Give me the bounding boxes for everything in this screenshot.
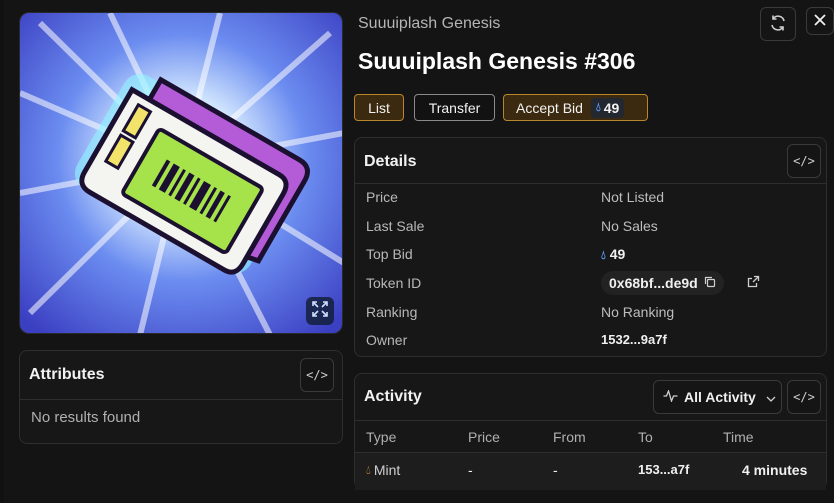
nft-detail-modal: Attributes </> No results found Suuuipla…	[4, 0, 834, 503]
detail-row-owner: Owner 1532...9a7f	[366, 332, 826, 360]
top-bid-value: 49	[609, 246, 626, 262]
transfer-label: Transfer	[428, 99, 481, 116]
column-header-from: From	[553, 429, 586, 445]
detail-label: Token ID	[366, 275, 422, 291]
copy-icon[interactable]	[704, 275, 716, 291]
detail-label: Owner	[366, 332, 408, 348]
detail-row-top-bid: Top Bid 💧︎ 49	[366, 246, 826, 274]
owner-address[interactable]: 1532...9a7f	[601, 332, 667, 347]
attributes-empty-text: No results found	[31, 409, 141, 426]
detail-value: No Sales	[601, 218, 658, 234]
token-id-value: 0x68bf...de9d	[609, 275, 698, 291]
activity-title: Activity	[364, 388, 422, 405]
detail-value: No Ranking	[601, 304, 675, 320]
column-header-to: To	[638, 429, 653, 445]
divider	[20, 399, 342, 400]
sui-drop-icon: 💧︎	[601, 248, 606, 262]
code-icon: </>	[306, 368, 328, 382]
transfer-button[interactable]: Transfer	[414, 94, 495, 121]
details-panel: Details </> Price Not Listed Last Sale N…	[354, 137, 827, 357]
detail-label: Ranking	[366, 304, 418, 320]
nft-title: Suuuiplash Genesis #306	[358, 48, 636, 74]
accept-bid-button[interactable]: Accept Bid 💧︎ 49	[503, 94, 648, 121]
activity-price: -	[468, 462, 473, 478]
refresh-button[interactable]	[760, 7, 796, 41]
activity-type: 💧︎ Mint	[366, 462, 400, 478]
activity-pulse-icon	[663, 389, 678, 405]
token-id-pill[interactable]: 0x68bf...de9d	[601, 271, 724, 295]
activity-to[interactable]: 153...a7f	[638, 462, 689, 477]
column-header-type: Type	[366, 429, 397, 445]
detail-label: Top Bid	[366, 246, 413, 262]
collection-name[interactable]: Suuuiplash Genesis	[358, 15, 500, 33]
sui-drop-icon: 💧︎	[595, 100, 601, 114]
activity-filter-dropdown[interactable]: All Activity	[653, 380, 782, 414]
list-label: List	[368, 99, 390, 116]
accept-bid-value: 49	[603, 99, 620, 116]
external-link-icon[interactable]	[747, 275, 760, 291]
code-icon: </>	[793, 154, 815, 168]
divider	[355, 420, 826, 421]
accept-bid-amount: 💧︎ 49	[590, 97, 625, 118]
accept-bid-label: Accept Bid	[516, 99, 583, 116]
detail-label: Price	[366, 189, 398, 205]
activity-code-button[interactable]: </>	[787, 380, 821, 414]
attributes-title: Attributes	[29, 366, 105, 383]
column-header-price: Price	[468, 429, 500, 445]
activity-from: -	[553, 462, 558, 478]
divider	[355, 183, 826, 184]
detail-value: Not Listed	[601, 189, 665, 205]
mint-drop-icon: 💧︎	[366, 462, 371, 477]
activity-filter-label: All Activity	[684, 389, 756, 405]
detail-value: 💧︎ 49	[601, 246, 625, 263]
activity-time: 4 minutes	[742, 462, 808, 478]
detail-label: Last Sale	[366, 218, 425, 234]
detail-row-ranking: Ranking No Ranking	[366, 304, 826, 332]
details-title: Details	[364, 153, 417, 170]
column-header-time: Time	[723, 429, 754, 445]
list-button[interactable]: List	[354, 94, 404, 121]
attributes-panel: Attributes </> No results found	[19, 350, 343, 444]
expand-icon	[312, 300, 328, 322]
close-button[interactable]	[806, 7, 834, 35]
detail-row-price: Price Not Listed	[366, 189, 826, 217]
nft-image	[19, 12, 343, 334]
chevron-down-icon	[766, 389, 776, 405]
activity-panel: Activity All Activity </> Type Price Fro…	[354, 373, 827, 490]
refresh-icon	[769, 14, 787, 35]
activity-type-label: Mint	[373, 462, 401, 478]
expand-image-button[interactable]	[306, 297, 334, 325]
details-code-button[interactable]: </>	[787, 144, 821, 178]
attributes-code-button[interactable]: </>	[300, 358, 334, 392]
detail-row-token-id: Token ID 0x68bf...de9d	[366, 271, 826, 303]
detail-row-last-sale: Last Sale No Sales	[366, 218, 826, 246]
close-icon	[814, 13, 826, 29]
code-icon: </>	[793, 390, 815, 404]
